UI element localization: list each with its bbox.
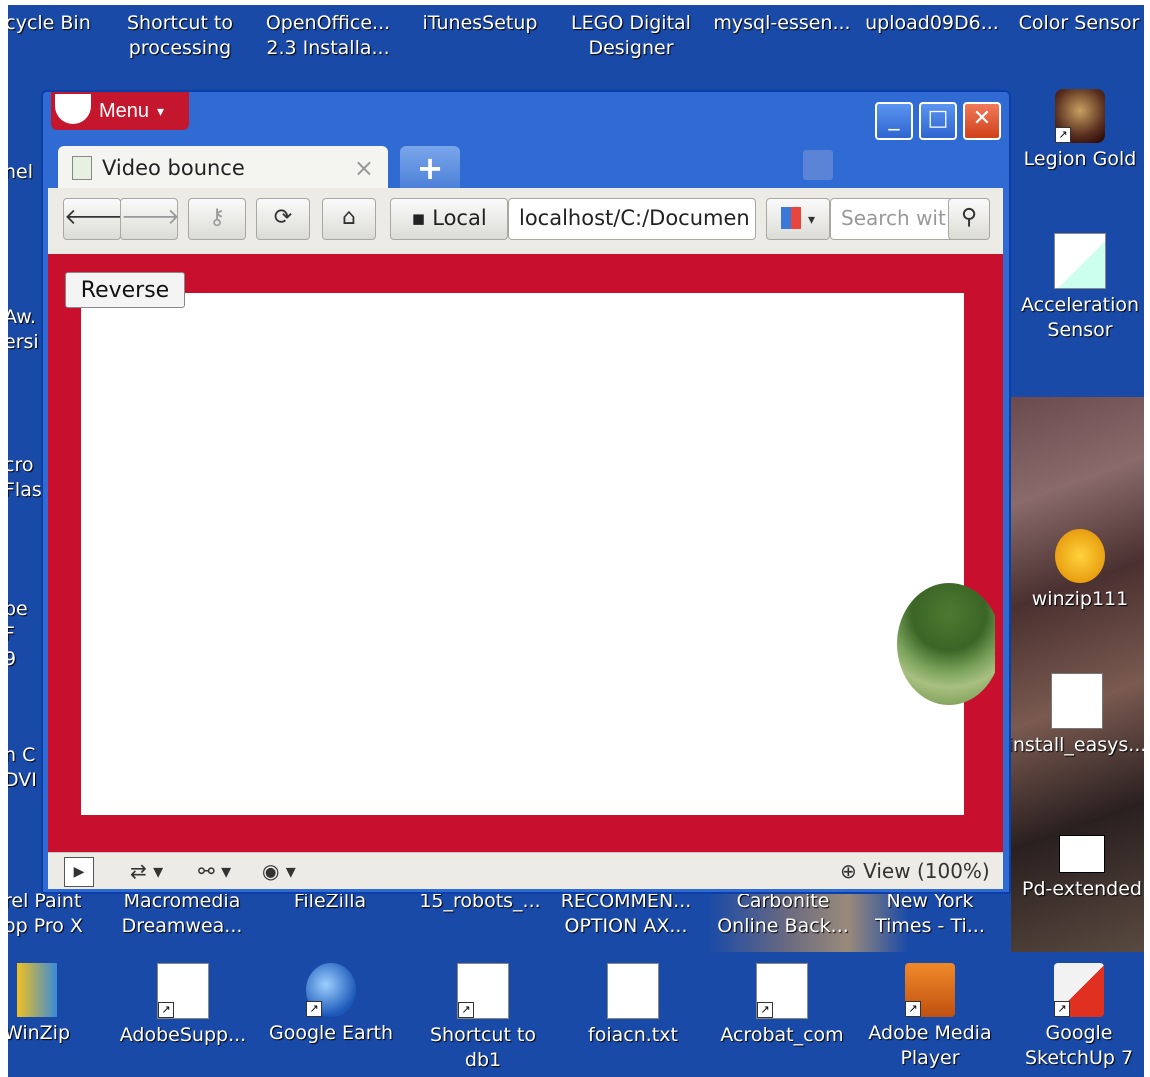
maximize-button[interactable]: □ [919, 102, 957, 140]
menu-label: Menu [99, 99, 150, 122]
key-icon[interactable]: ⚷ [188, 198, 246, 240]
document-icon [1054, 233, 1106, 289]
desktop-icon-db1[interactable]: ↗ Shortcut to db1 [418, 963, 548, 1073]
forward-button[interactable]: 🡒 [120, 198, 180, 240]
minimize-button[interactable]: _ [875, 102, 913, 140]
address-local-label: Local [432, 206, 487, 230]
desktop-icon-color-sensor[interactable]: Color Sensor [1014, 11, 1144, 36]
shortcut-arrow-icon: ↗ [1054, 1001, 1070, 1017]
google-icon [780, 207, 801, 229]
desktop-icon-lego[interactable]: LEGO Digital Designer [566, 11, 696, 61]
desktop-icon-pd-extended[interactable]: Pd-extended [1016, 821, 1144, 902]
address-bar[interactable]: localhost/C:/Documen ▾ [508, 198, 756, 267]
desktop-icon-google-earth[interactable]: ↗ Google Earth [264, 963, 398, 1046]
desktop-icon-foiacn[interactable]: foiacn.txt [574, 963, 692, 1048]
pd-icon [1059, 835, 1105, 873]
shortcut-arrow-icon: ↗ [1055, 127, 1071, 143]
unite-icon[interactable]: ⚯ ▾ [198, 857, 231, 885]
setup-icon [1055, 529, 1105, 583]
text-file-icon [607, 963, 659, 1019]
desktop-icon-winzip[interactable]: WinZip [8, 963, 72, 1046]
desktop-icon-winzip111[interactable]: winzip111 [1012, 529, 1144, 612]
access-db-icon: ↗ [457, 963, 509, 1019]
home-button[interactable]: ⌂ [322, 198, 376, 240]
zoom-icon: ⊕ [840, 859, 857, 883]
sync-icon[interactable]: ⇄ ▾ [130, 857, 163, 885]
desktop-icon-recycle-bin[interactable]: cycle Bin [8, 11, 92, 36]
panel-toggle-button[interactable]: ▶ [64, 857, 94, 887]
reverse-button[interactable]: Reverse [65, 272, 185, 308]
acrobat-icon: ↗ [756, 963, 808, 1019]
tab-strip: Video bounce × + [48, 140, 1003, 190]
desktop-icon-processing[interactable]: Shortcut to processing [120, 11, 240, 61]
desktop-icon-recommen[interactable]: RECOMMEN... OPTION AX... [556, 889, 696, 939]
shortcut-arrow-icon: ↗ [757, 1002, 773, 1018]
desktop-icon-install-easys[interactable]: install_easys... [1006, 673, 1144, 758]
page-icon [72, 156, 92, 180]
address-url: localhost/C:/Documen [519, 206, 750, 230]
desktop-icon-upload[interactable]: upload09D6... [858, 11, 1006, 36]
search-engine-selector[interactable]: ▾ [766, 198, 830, 240]
globe-icon: ↗ [306, 963, 356, 1017]
desktop-icon-left-3[interactable]: cro Flas [8, 453, 44, 503]
trash-icon[interactable] [803, 150, 833, 180]
chevron-down-icon: ▾ [157, 102, 165, 119]
tab-close-icon[interactable]: × [354, 154, 374, 182]
desktop-icon-left-1[interactable]: nel [8, 160, 44, 185]
back-button[interactable]: 🡐 [63, 198, 123, 240]
desktop-icon-left-4[interactable]: be F 9 [8, 597, 44, 672]
helmet-icon: ↗ [1055, 89, 1105, 143]
navigation-toolbar: 🡐 🡒 ⚷ ⟳ ⌂ ▪ Local localhost/C:/Documen ▾… [48, 188, 1003, 267]
desktop-icon-dreamweaver[interactable]: Macromedia Dreamwea... [112, 889, 252, 939]
desktop-icon-itunessetup[interactable]: iTunesSetup [414, 11, 546, 36]
desktop-icon-left-5[interactable]: n C DVI [8, 743, 44, 793]
new-tab-button[interactable]: + [400, 146, 460, 190]
desktop-icon-left-6[interactable]: rel Paint op Pro X [8, 889, 104, 939]
shortcut-arrow-icon: ↗ [905, 1001, 921, 1017]
desktop-icon-openoffice[interactable]: OpenOffice... 2.3 Installa... [258, 11, 398, 61]
desktop-icon-acrobat-com[interactable]: ↗ Acrobat_com [712, 963, 852, 1048]
installer-icon [1051, 673, 1103, 729]
turbo-icon[interactable]: ◉ ▾ [262, 857, 296, 885]
desktop-icon-carbonite[interactable]: Carbonite Online Back... [708, 889, 858, 939]
bouncing-video-ball [897, 583, 995, 705]
shortcut-arrow-icon: ↗ [158, 1002, 174, 1018]
desktop-icon-mysql[interactable]: mysql-essen... [708, 11, 856, 36]
shortcut-arrow-icon: ↗ [306, 1001, 322, 1017]
desktop-icon-sketchup[interactable]: ↗ Google SketchUp 7 [1014, 963, 1144, 1071]
desktop-icon-nytimes[interactable]: New York Times - Ti... [864, 889, 996, 939]
page-content: Reverse [48, 254, 1003, 852]
winzip-icon [17, 963, 57, 1017]
close-button[interactable]: ✕ [963, 102, 1001, 140]
sketchup-icon: ↗ [1054, 963, 1104, 1017]
zoom-label: View (100%) [863, 859, 990, 883]
desktop-icon-adobesupp[interactable]: ↗ AdobeSupp... [112, 963, 254, 1048]
arrow-installer-icon: ↗ [157, 963, 209, 1019]
media-player-icon: ↗ [905, 963, 955, 1017]
browser-window: Menu ▾ _ □ ✕ Video bounce × + 🡐 🡒 ⚷ ⟳ ⌂ … [41, 90, 1011, 894]
desktop-icon-adobe-media-player[interactable]: ↗ Adobe Media Player [864, 963, 996, 1071]
chevron-down-icon: ▾ [807, 212, 816, 228]
address-local[interactable]: ▪ Local [390, 198, 508, 240]
desktop-icon-acceleration-sensor[interactable]: Acceleration Sensor [1012, 233, 1144, 343]
status-bar: ▶ ⇄ ▾ ⚯ ▾ ◉ ▾ ⊕ View (100%) [48, 852, 1003, 889]
opera-logo-icon [55, 94, 91, 124]
shortcut-arrow-icon: ↗ [458, 1002, 474, 1018]
tab-title: Video bounce [102, 156, 245, 180]
monitor-icon: ▪ [411, 206, 426, 230]
tab-video-bounce[interactable]: Video bounce × [58, 146, 388, 190]
desktop-icon-left-2[interactable]: Aw. ersi [8, 305, 44, 355]
desktop-icon-legion-gold[interactable]: ↗ Legion Gold [1016, 89, 1144, 172]
menu-button[interactable]: Menu ▾ [51, 92, 189, 130]
search-icon[interactable]: ⚲ [948, 198, 990, 240]
video-canvas [81, 293, 995, 815]
reload-button[interactable]: ⟳ [256, 198, 310, 240]
zoom-indicator[interactable]: ⊕ View (100%) [840, 857, 990, 885]
